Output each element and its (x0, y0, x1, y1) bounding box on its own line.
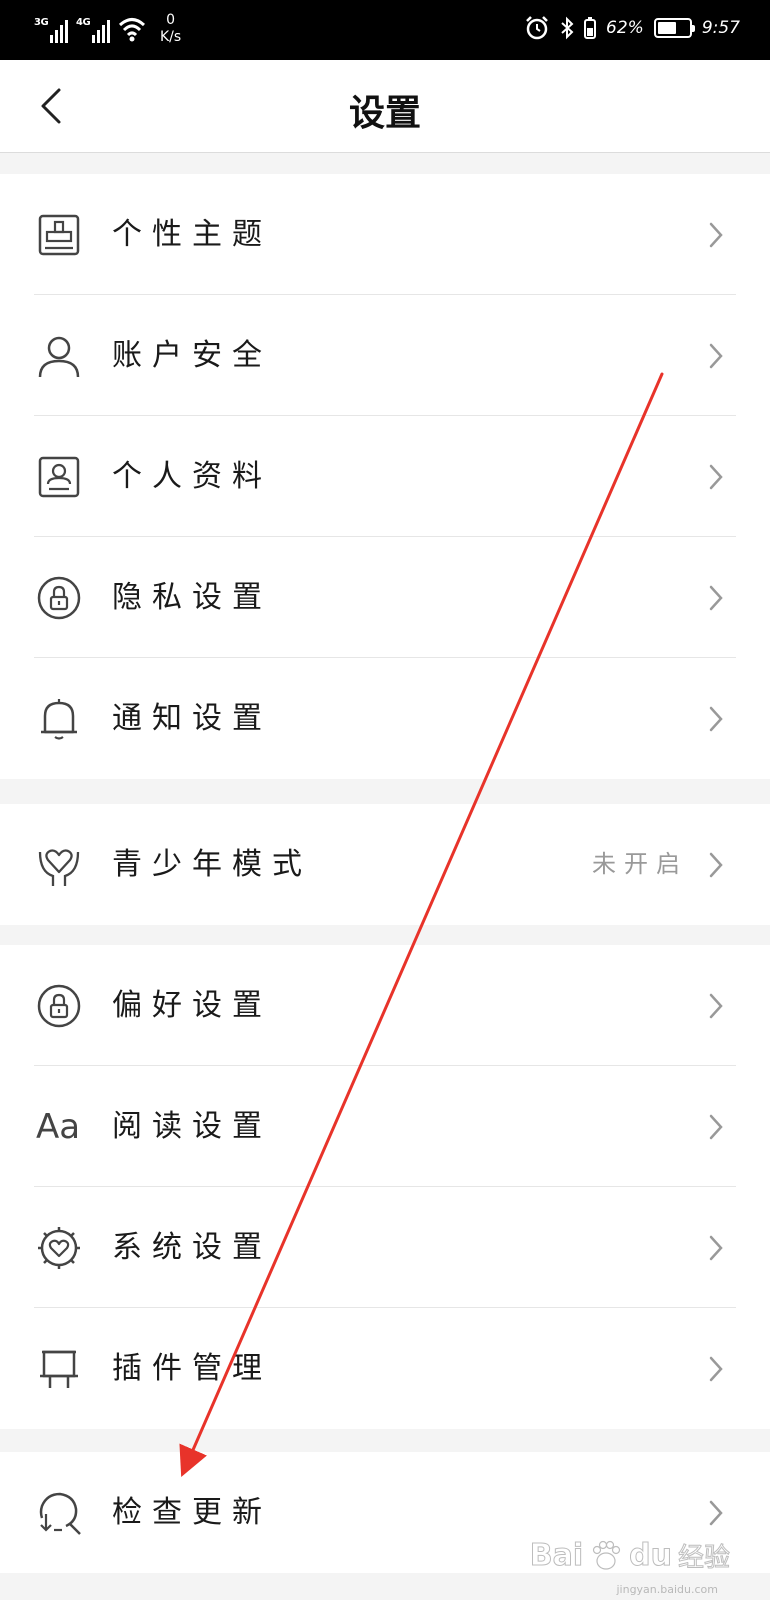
gear-heart-icon (36, 1225, 82, 1271)
chevron-right-icon (706, 583, 726, 613)
bell-icon (36, 696, 82, 742)
lock-icon (36, 575, 82, 621)
settings-group-teen: 青少年模式 未开启 (0, 804, 770, 925)
wifi-icon (118, 18, 146, 42)
search-update-icon (36, 1490, 82, 1536)
settings-group-preferences: 偏好设置 Aa 阅读设置 系统设置 插件管理 (0, 945, 770, 1429)
network-speed: 0 K/s (160, 12, 181, 46)
settings-item-notifications[interactable]: 通知设置 (0, 658, 770, 779)
font-icon: Aa (36, 1104, 82, 1150)
settings-item-label: 隐私设置 (112, 580, 272, 615)
settings-item-label: 个性主题 (112, 217, 272, 252)
settings-item-label: 账户安全 (112, 338, 272, 373)
clock-time: 9:57 (701, 18, 740, 38)
settings-item-label: 青少年模式 (112, 847, 312, 882)
settings-item-label: 偏好设置 (112, 988, 272, 1023)
paw-icon (593, 1540, 621, 1570)
status-bar: 3G 4G 0 K/s 62% 9:57 (0, 0, 770, 60)
battery-percent: 62% (606, 18, 644, 38)
settings-item-privacy[interactable]: 隐私设置 (0, 537, 770, 658)
settings-item-plugins[interactable]: 插件管理 (0, 1308, 770, 1429)
watermark-url: jingyan.baidu.com (616, 1583, 718, 1596)
chevron-right-icon (706, 1233, 726, 1263)
settings-item-label: 阅读设置 (112, 1109, 272, 1144)
settings-item-profile[interactable]: 个人资料 (0, 416, 770, 537)
network-type-2: 4G (76, 17, 91, 28)
teen-mode-status: 未开启 (592, 850, 688, 878)
settings-item-label: 插件管理 (112, 1351, 272, 1386)
status-left: 3G 4G 0 K/s (34, 12, 181, 46)
watermark-brand-suffix: du (629, 1538, 673, 1574)
chevron-right-icon (706, 1112, 726, 1142)
settings-item-label: 系统设置 (112, 1230, 272, 1265)
battery-icon (653, 18, 695, 38)
watermark-cn: 经验 (677, 1543, 730, 1574)
settings-item-preferences[interactable]: 偏好设置 (0, 945, 770, 1066)
heart-hands-icon (36, 842, 82, 888)
settings-item-theme[interactable]: 个性主题 (0, 174, 770, 295)
battery-small-icon (584, 17, 597, 39)
settings-item-label: 检查更新 (112, 1495, 272, 1530)
settings-item-label: 通知设置 (112, 701, 272, 736)
bluetooth-icon (561, 16, 574, 40)
settings-item-system[interactable]: 系统设置 (0, 1187, 770, 1308)
network-type-1: 3G (34, 17, 49, 28)
chevron-right-icon (706, 991, 726, 1021)
nav-bar: 设置 (0, 60, 770, 153)
lock-icon (36, 983, 82, 1029)
settings-item-label: 个人资料 (112, 459, 272, 494)
font-icon-text: Aa (36, 1107, 81, 1147)
chevron-right-icon (706, 1354, 726, 1384)
settings-item-reading[interactable]: Aa 阅读设置 (0, 1066, 770, 1187)
chevron-right-icon (706, 1498, 726, 1528)
signal-3g-icon: 3G (34, 15, 68, 43)
chevron-right-icon (706, 850, 726, 880)
speed-value: 0 (166, 12, 176, 28)
speed-unit: K/s (160, 29, 182, 45)
signal-4g-icon: 4G (76, 15, 110, 43)
user-icon (36, 333, 82, 379)
alarm-icon (526, 16, 548, 40)
battery-fill (657, 22, 677, 34)
plugin-icon (36, 1346, 82, 1392)
chevron-right-icon (706, 220, 726, 250)
settings-item-teen-mode[interactable]: 青少年模式 未开启 (0, 804, 770, 925)
theme-icon (36, 212, 82, 258)
settings-item-account-security[interactable]: 账户安全 (0, 295, 770, 416)
watermark-brand: Bai (529, 1538, 584, 1574)
status-right: 62% 9:57 (524, 15, 740, 41)
chevron-right-icon (706, 341, 726, 371)
settings-group-account: 个性主题 账户安全 个人资料 隐私设置 通知设置 (0, 174, 770, 779)
page-title: 设置 (348, 92, 421, 134)
chevron-right-icon (706, 462, 726, 492)
chevron-right-icon (706, 704, 726, 734)
profile-card-icon (36, 454, 82, 500)
watermark-logo: Bai du 经验 (529, 1537, 730, 1574)
